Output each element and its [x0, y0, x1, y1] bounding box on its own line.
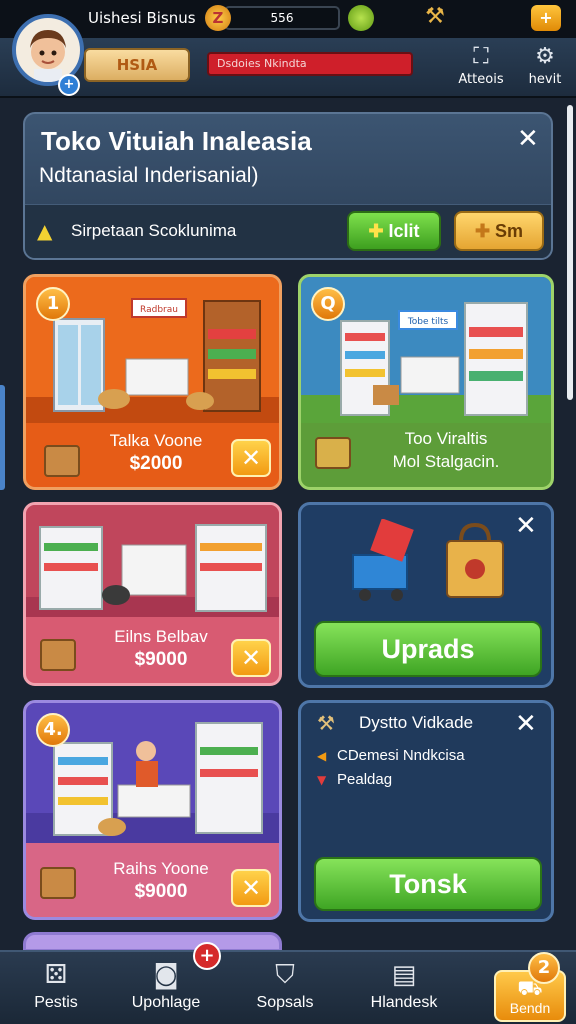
edit-button-label: Iclit — [388, 221, 420, 241]
shop-card-5[interactable]: 4. Raihs Yoone $9000 ✕ — [23, 700, 282, 920]
delivery-card: ⚒ Dystto Vidkade ✕ ◀ CDemesi Nndkcisa ▼ … — [298, 700, 554, 922]
coin-icon: Z — [205, 5, 231, 31]
avatar-face-icon — [30, 30, 66, 82]
card-1-close-button[interactable]: ✕ — [231, 439, 271, 477]
upgrade-button[interactable]: Uprads — [314, 621, 542, 677]
puzzle-icon: ✚ — [368, 221, 389, 241]
delivery-line-2: Pealdag — [337, 771, 393, 788]
card-6-close-button[interactable]: ✕ — [515, 709, 537, 739]
add-currency-button[interactable]: + — [531, 5, 561, 31]
card-number-1: 1 — [36, 287, 70, 321]
coin-counter: 556 — [224, 6, 340, 30]
banner-close-button[interactable]: ✕ — [517, 124, 539, 154]
avatar-badge[interactable]: + — [58, 74, 80, 96]
nav-label-hlandesk: Hlandesk — [370, 994, 438, 1011]
hammer-icon: ⚒ — [317, 711, 335, 735]
upgrade-card: ✕ Uprads — [298, 502, 554, 688]
shop-scene-3 — [26, 505, 279, 617]
card-4-close-button[interactable]: ✕ — [515, 511, 537, 541]
shopping-bag-icon — [44, 445, 80, 477]
card-5-close-button[interactable]: ✕ — [231, 869, 271, 907]
nav-badge-plus[interactable]: + — [193, 942, 221, 970]
shop-card-1[interactable]: Radbrau 1 Talka Voone $2000 ✕ — [23, 274, 282, 490]
nav-label-upohlage: Upohlage — [131, 994, 201, 1011]
actions-button[interactable]: ⛶ Atteois — [451, 42, 511, 94]
settings-label: hevit — [528, 72, 562, 87]
card-3-label: Eilns Belbav — [114, 627, 208, 646]
gem-icon — [348, 5, 374, 31]
bottom-nav: ⚄ Pestis ◙ Upohlage ⛉ Sopsals ▤ Hlandesk — [0, 950, 576, 1024]
arrow-right-icon: ◀ — [317, 749, 327, 763]
nav-badge-count: 2 — [528, 952, 560, 984]
box-icon — [40, 867, 76, 899]
shop-card-2[interactable]: Tobe tilts Q Too Viraltis Mol Stalgacin. — [298, 274, 554, 490]
shop-sign-2: Tobe tilts — [407, 317, 449, 327]
small-button-label: Sm — [495, 221, 524, 241]
nav-item-pestis[interactable]: ⚄ Pestis — [18, 952, 94, 1024]
card-2-label-line2: Mol Stalgacin. — [392, 452, 500, 471]
book-icon: ▤ — [391, 960, 417, 990]
card-1-label: Talka Voone — [109, 431, 203, 450]
banner-strip: ▲ Sirpetaan Scoklunima ✚ Iclit ✚ Sm — [25, 204, 551, 258]
edit-button[interactable]: ✚ Iclit — [347, 211, 441, 251]
shield-icon: ⛉ — [275, 960, 295, 990]
card-5-label: Raihs Yoone — [113, 859, 209, 878]
banner-warning-text: Sirpetaan Scoklunima — [71, 221, 237, 240]
shop-sign-1: Radbrau — [140, 305, 178, 315]
card-2-label-line1: Too Viraltis — [404, 429, 488, 448]
delivery-title: Dystto Vidkade — [359, 713, 474, 732]
progress-banner: Dsdoies Nkindta — [207, 52, 413, 76]
nav-label-bendn: Bendn — [509, 1000, 551, 1016]
camera-icon: ⛶ — [473, 44, 489, 69]
cart-icon — [315, 437, 351, 469]
card-3-close-button[interactable]: ✕ — [231, 639, 271, 677]
puzzle-icon: ✚ — [474, 221, 496, 241]
nav-label-pestis: Pestis — [34, 994, 78, 1011]
card-5-price: $9000 — [134, 881, 188, 902]
hammer-icon[interactable]: ⚒ — [418, 4, 452, 32]
gear-icon: ⚙ — [535, 44, 555, 69]
side-tab[interactable] — [0, 385, 5, 490]
shopping-bag-icon — [446, 522, 504, 598]
nav-item-hlandesk[interactable]: ▤ Hlandesk — [362, 952, 446, 1024]
dice-icon: ⚄ — [44, 960, 68, 990]
settings-button[interactable]: ⚙ hevit — [515, 42, 575, 94]
warning-icon: ▲ — [37, 219, 53, 243]
shop-card-3[interactable]: Eilns Belbav $9000 ✕ — [23, 502, 282, 686]
player-name: Uishesi Bisnus — [88, 9, 196, 27]
cart-icon — [40, 639, 76, 671]
store-banner: Toko Vituiah Inaleasia Ndtanasial Inderi… — [23, 112, 553, 260]
nav-item-sopsals[interactable]: ⛉ Sopsals — [244, 952, 326, 1024]
card-number-5: 4. — [36, 713, 70, 747]
delivery-line-1: CDemesi Nndkcisa — [337, 747, 465, 764]
banner-subtitle: Ndtanasial Inderisanial) — [39, 164, 259, 187]
shop-card-7-partial[interactable] — [23, 932, 282, 952]
cart-icon — [352, 519, 414, 601]
banner-title: Toko Vituiah Inaleasia — [41, 126, 312, 156]
card-number-2: Q — [311, 287, 345, 321]
arrow-down-icon: ▼ — [317, 773, 327, 787]
level-badge: HSIA — [84, 48, 190, 82]
card-3-price: $9000 — [134, 649, 188, 670]
nav-label-sopsals: Sopsals — [256, 994, 314, 1011]
delivery-button[interactable]: Tonsk — [314, 857, 542, 911]
actions-label: Atteois — [458, 72, 504, 87]
small-button[interactable]: ✚ Sm — [454, 211, 544, 251]
scrollbar[interactable] — [567, 105, 573, 400]
card-1-price: $2000 — [129, 453, 183, 474]
